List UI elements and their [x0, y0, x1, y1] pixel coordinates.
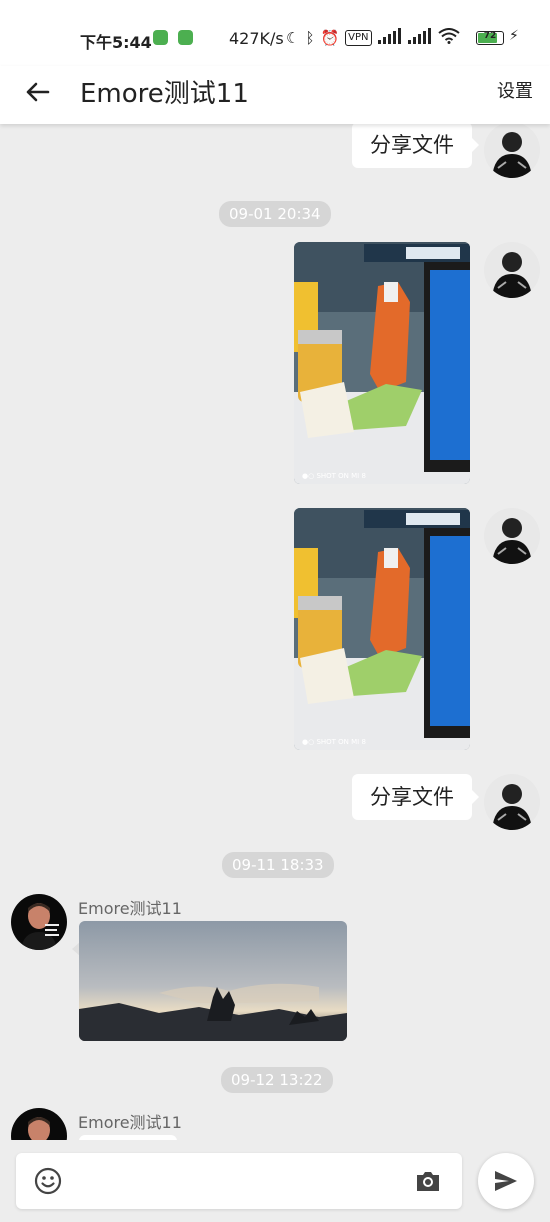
message-list[interactable]: 分享文件 09-01 20:34 ●○ SHOT ON MI 8 ●○ SHOT… [0, 124, 550, 1140]
camera-icon[interactable] [414, 1167, 442, 1195]
back-arrow-icon[interactable] [22, 76, 54, 108]
emoji-icon[interactable] [34, 1167, 62, 1195]
image-message[interactable]: ●○ SHOT ON MI 8 [294, 508, 470, 750]
message-bubble-share-file[interactable]: 分享文件 [352, 124, 472, 168]
image-message[interactable] [79, 921, 347, 1041]
timestamp-divider: 09-11 18:33 [222, 852, 334, 878]
send-icon [495, 1171, 517, 1191]
alarm-icon: ⏰ [320, 29, 340, 47]
svg-text:●○ SHOT ON MI 8: ●○ SHOT ON MI 8 [302, 738, 366, 746]
sender-name: Emore测试11 [78, 899, 182, 918]
status-bar: 下午5:44 427K/s ☾ ᛒ ⏰ VPN 72 ⚡ [0, 0, 550, 66]
notification-app-icon [153, 30, 168, 45]
status-time: 下午5:44 [80, 33, 152, 52]
status-icons: ☾ ᛒ ⏰ VPN [286, 27, 460, 49]
chat-header: Emore测试11 设置 [0, 66, 550, 124]
message-bubble-share-file[interactable]: 分享文件 [352, 774, 472, 820]
input-bar [0, 1140, 550, 1222]
signal-icon [407, 28, 432, 48]
page-title: Emore测试11 [80, 79, 249, 109]
svg-text:●○ SHOT ON MI 8: ●○ SHOT ON MI 8 [302, 472, 366, 480]
avatar[interactable] [484, 124, 540, 178]
battery-icon: 72 [476, 31, 504, 45]
image-message[interactable]: ●○ SHOT ON MI 8 [294, 242, 470, 484]
bluetooth-icon: ᛒ [305, 29, 315, 47]
bubble-tail [472, 790, 479, 804]
avatar[interactable] [484, 508, 540, 564]
sender-name: Emore测试11 [78, 1113, 182, 1132]
send-button[interactable] [478, 1153, 534, 1209]
network-speed: 427K/s [229, 29, 284, 48]
wifi-icon [437, 28, 460, 48]
avatar[interactable] [484, 774, 540, 830]
message-input[interactable] [16, 1153, 462, 1209]
moon-icon: ☾ [286, 29, 300, 47]
signal-icon [377, 28, 402, 48]
contact-avatar[interactable] [11, 1108, 67, 1140]
charging-icon: ⚡ [509, 28, 519, 44]
avatar[interactable] [484, 242, 540, 298]
contact-avatar[interactable] [11, 894, 67, 950]
vpn-badge: VPN [345, 30, 372, 46]
timestamp-divider: 09-01 20:34 [219, 201, 331, 227]
bubble-tail [472, 138, 479, 152]
notification-app-icon [178, 30, 193, 45]
timestamp-divider: 09-12 13:22 [221, 1067, 333, 1093]
settings-button[interactable]: 设置 [497, 77, 533, 103]
